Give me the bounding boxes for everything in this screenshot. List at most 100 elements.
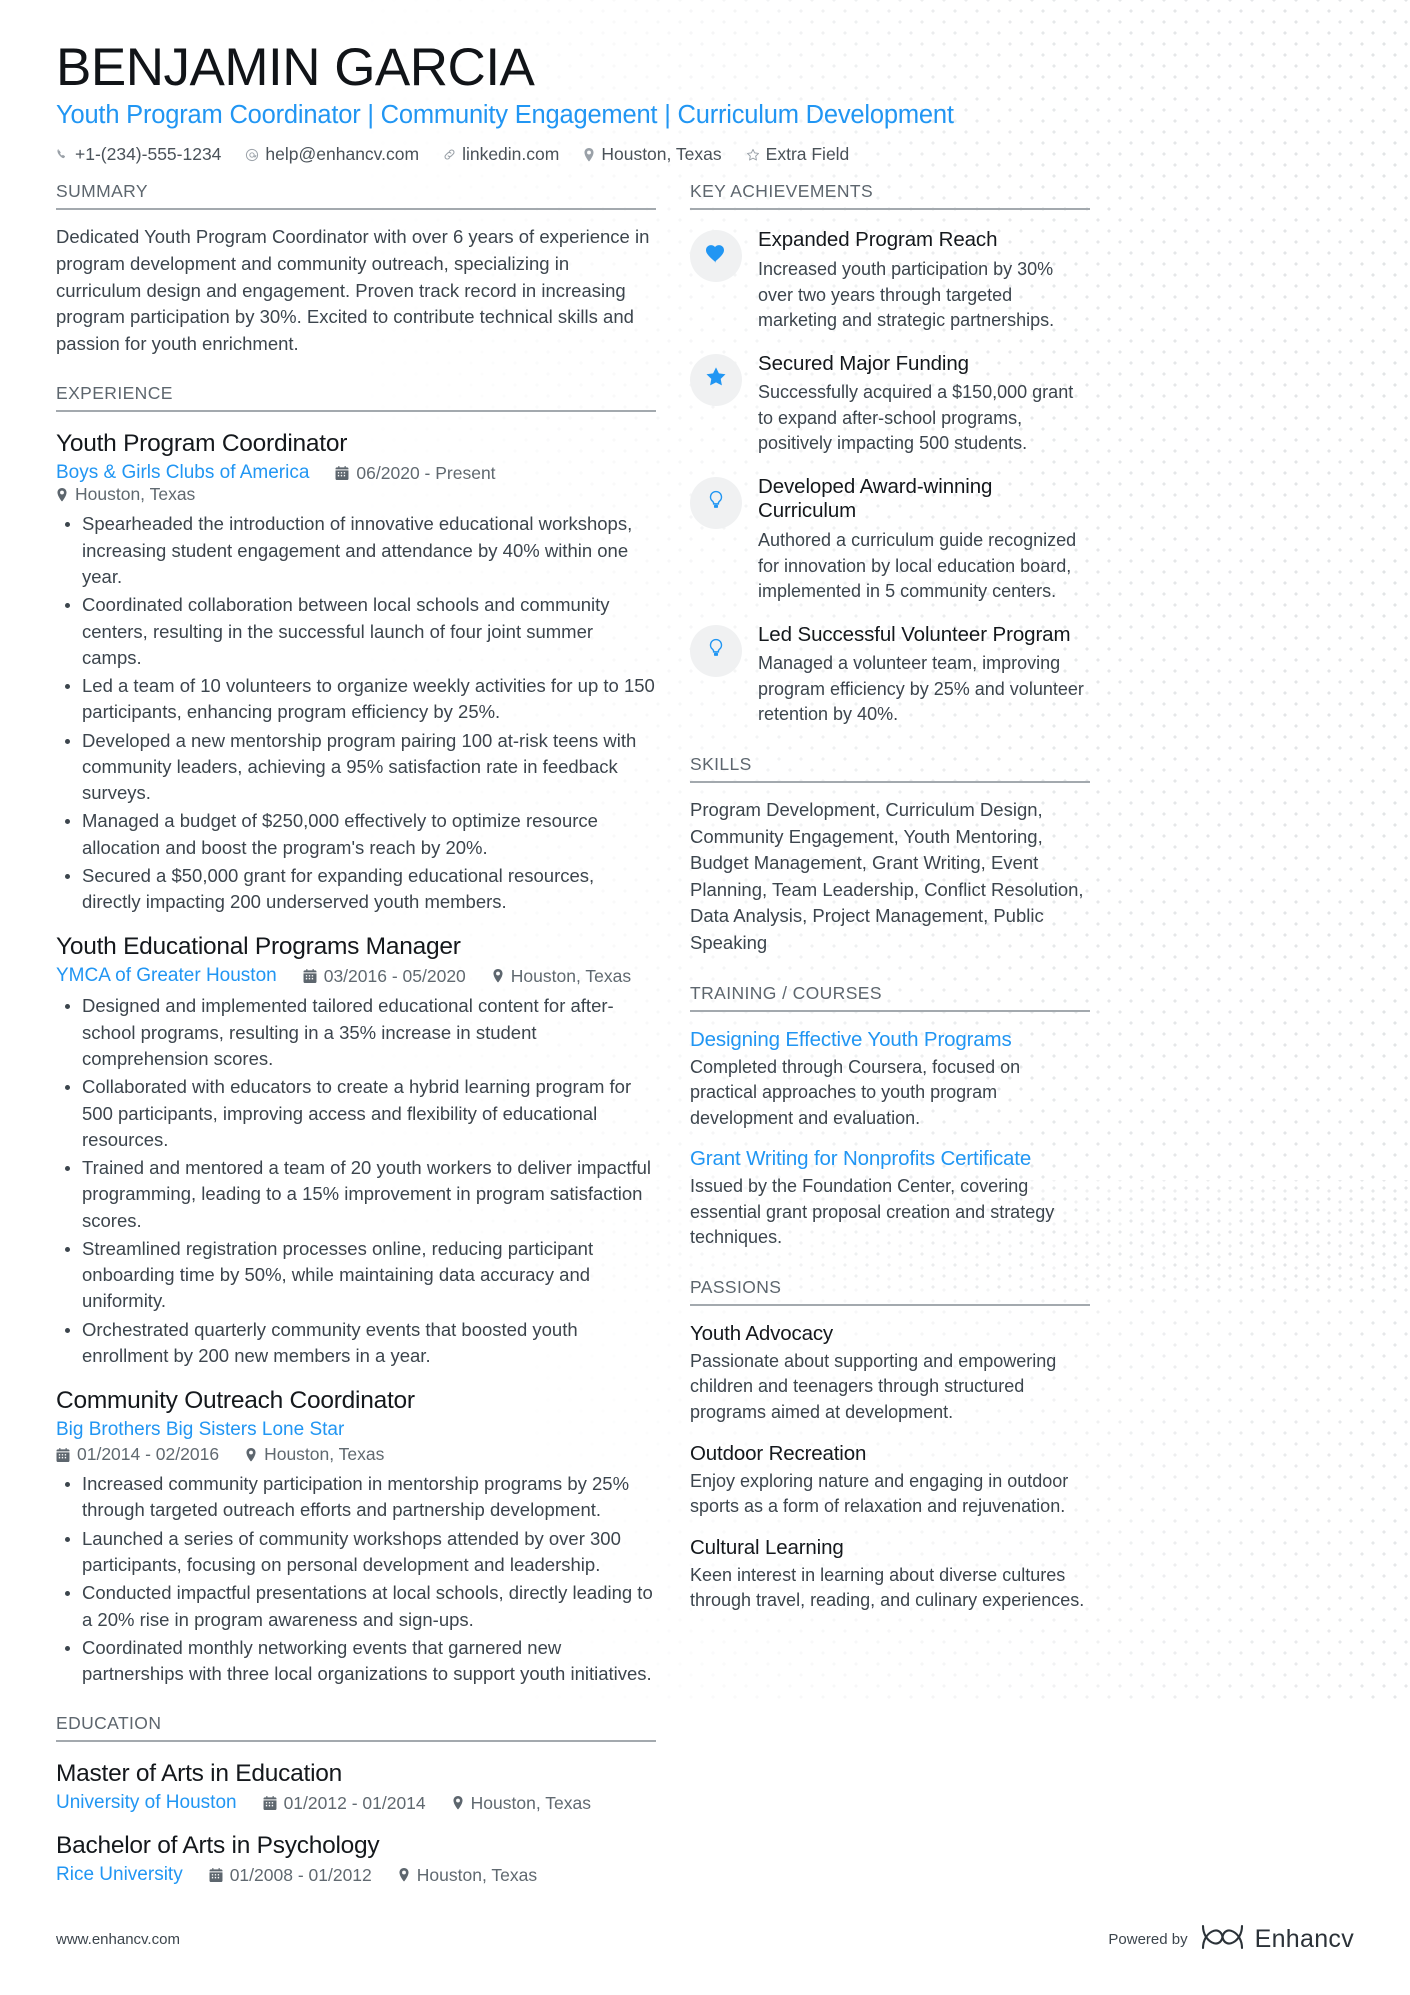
left-column: SUMMARY Dedicated Youth Program Coordina… (56, 181, 656, 1886)
footer-website-url[interactable]: www.enhancv.com (56, 1931, 180, 1948)
training-list: Designing Effective Youth Programs Comple… (690, 1028, 1090, 1251)
passion-item: Outdoor Recreation Enjoy exploring nature… (690, 1442, 1090, 1520)
contact-item[interactable]: linkedin.com (443, 144, 559, 165)
education-school[interactable]: Rice University (56, 1864, 183, 1886)
list-item: Designed and implemented tailored educat… (56, 993, 656, 1072)
education-meta: Rice University 01/2008 - 01/2012 Houston,… (56, 1864, 656, 1886)
experience-organization[interactable]: Big Brothers Big Sisters Lone Star (56, 1419, 344, 1440)
key-achievements-section: KEY ACHIEVEMENTS Expanded Program Reach I… (690, 181, 1090, 728)
experience-entry: Youth Program Coordinator Boys & Girls Cl… (56, 430, 656, 915)
education-list: Master of Arts in Education University of… (56, 1760, 656, 1886)
experience-bullets: Increased community participation in men… (56, 1471, 656, 1687)
education-meta: University of Houston 01/2012 - 01/2014 Ho… (56, 1792, 656, 1814)
calendar-icon (56, 1447, 70, 1462)
list-item: Led a team of 10 volunteers to organize … (56, 673, 656, 726)
enhancv-brand-name: Enhancv (1254, 1925, 1354, 1953)
experience-bullets: Spearheaded the introduction of innovati… (56, 511, 656, 915)
enhancv-logo-icon (1200, 1922, 1246, 1957)
experience-dates-text: 03/2016 - 05/2020 (323, 965, 466, 986)
list-item: Secured a $50,000 grant for expanding ed… (56, 863, 656, 916)
training-name[interactable]: Grant Writing for Nonprofits Certificate (690, 1147, 1090, 1171)
achievement-title: Led Successful Volunteer Program (758, 622, 1071, 646)
key-achievements-section-title: KEY ACHIEVEMENTS (690, 181, 1090, 211)
calendar-icon (263, 1796, 277, 1811)
achievement-item: Led Successful Volunteer Program Managed … (690, 623, 1090, 728)
contact-item[interactable]: Extra Field (746, 144, 850, 165)
education-dates: 01/2008 - 01/2012 (209, 1865, 372, 1886)
training-item: Designing Effective Youth Programs Comple… (690, 1028, 1090, 1132)
education-entry: Master of Arts in Education University of… (56, 1760, 656, 1814)
experience-dates-text: 01/2014 - 02/2016 (77, 1444, 220, 1465)
list-item: Increased community participation in men… (56, 1471, 656, 1524)
professional-headline: Youth Program Coordinator | Community En… (56, 101, 954, 130)
skills-section: SKILLS Program Development, Curriculum D… (690, 754, 1090, 957)
experience-location: Houston, Texas (245, 1444, 384, 1465)
resume-page: BENJAMIN GARCIA Youth Program Coordinato… (0, 0, 1410, 1995)
right-column: KEY ACHIEVEMENTS Expanded Program Reach I… (690, 181, 1090, 1886)
experience-organization[interactable]: YMCA of Greater Houston (56, 965, 277, 987)
achievement-icon-circle (690, 230, 742, 283)
experience-meta: YMCA of Greater Houston 03/2016 - 05/2020… (56, 965, 656, 987)
training-name[interactable]: Designing Effective Youth Programs (690, 1028, 1090, 1052)
contact-item-text: Extra Field (765, 144, 850, 165)
contact-item-text: linkedin.com (462, 144, 560, 165)
summary-section: SUMMARY Dedicated Youth Program Coordina… (56, 181, 656, 357)
training-description: Issued by the Foundation Center, coverin… (690, 1176, 1055, 1248)
education-location-text: Houston, Texas (470, 1792, 591, 1813)
achievement-description: Authored a curriculum guide recognized f… (758, 530, 1077, 602)
passion-item: Cultural Learning Keen interest in learni… (690, 1536, 1090, 1614)
education-location: Houston, Texas (452, 1793, 591, 1814)
enhancv-brand: Enhancv (1200, 1922, 1354, 1957)
experience-role: Youth Educational Programs Manager (56, 933, 461, 961)
skills-section-title: SKILLS (690, 754, 1090, 783)
education-dates-text: 01/2008 - 01/2012 (229, 1864, 372, 1885)
education-school[interactable]: University of Houston (56, 1792, 237, 1814)
list-item: Developed a new mentorship program pairi… (56, 728, 656, 807)
contact-item[interactable]: +1-(234)-555-1234 (56, 144, 221, 165)
list-item: Trained and mentored a team of 20 youth … (56, 1155, 656, 1234)
training-section: TRAINING / COURSES Designing Effective Y… (690, 983, 1090, 1251)
achievement-icon-circle (690, 624, 742, 677)
list-item: Collaborated with educators to create a … (56, 1074, 656, 1153)
location-pin-icon (245, 1447, 257, 1462)
achievement-title: Developed Award-winning Curriculum (758, 474, 993, 523)
list-item: Launched a series of community workshops… (56, 1526, 656, 1579)
experience-list: Youth Program Coordinator Boys & Girls Cl… (56, 430, 656, 1687)
powered-by-label: Powered by (1108, 1931, 1188, 1948)
education-location: Houston, Texas (398, 1865, 537, 1886)
experience-dates-text: 06/2020 - Present (356, 462, 496, 483)
calendar-icon (335, 466, 349, 481)
achievement-description: Managed a volunteer team, improving prog… (758, 653, 1084, 725)
education-dates-text: 01/2012 - 01/2014 (283, 1792, 426, 1813)
heart-icon (704, 242, 728, 271)
training-description: Completed through Coursera, focused on p… (690, 1056, 1021, 1128)
calendar-icon (303, 969, 317, 984)
experience-meta: Big Brothers Big Sisters Lone Star 01/201… (56, 1419, 656, 1465)
experience-bullets: Designed and implemented tailored educat… (56, 993, 656, 1369)
experience-dates: 06/2020 - Present (335, 462, 496, 484)
experience-location-text: Houston, Texas (264, 1444, 385, 1465)
calendar-icon (209, 1868, 223, 1883)
contact-item-text: Houston, Texas (601, 144, 722, 165)
experience-entry: Community Outreach Coordinator Big Brothe… (56, 1387, 656, 1687)
passion-name: Cultural Learning (690, 1535, 844, 1559)
experience-dates: 01/2014 - 02/2016 (56, 1444, 219, 1465)
passions-section: PASSIONS Youth Advocacy Passionate about … (690, 1277, 1090, 1614)
education-degree: Master of Arts in Education (56, 1760, 343, 1788)
contact-item[interactable]: help@enhancv.com (245, 144, 419, 165)
achievement-item: Expanded Program Reach Increased youth pa… (690, 228, 1090, 333)
contact-item[interactable]: Houston, Texas (583, 144, 722, 165)
experience-location: Houston, Texas (56, 484, 195, 505)
experience-role: Youth Program Coordinator (56, 430, 348, 458)
resume-header: BENJAMIN GARCIA Youth Program Coordinato… (0, 0, 1410, 165)
education-section: EDUCATION Master of Arts in Education Uni… (56, 1713, 656, 1886)
passion-name: Outdoor Recreation (690, 1441, 867, 1465)
experience-location: Houston, Texas (492, 966, 631, 987)
experience-meta: Boys & Girls Clubs of America 06/2020 - P… (56, 462, 656, 505)
experience-organization[interactable]: Boys & Girls Clubs of America (56, 462, 309, 484)
star-icon (704, 365, 728, 394)
experience-location-text: Houston, Texas (510, 965, 632, 986)
experience-dates: 03/2016 - 05/2020 (303, 966, 466, 987)
list-item: Coordinated monthly networking events th… (56, 1635, 656, 1688)
achievement-icon-circle (690, 353, 742, 406)
